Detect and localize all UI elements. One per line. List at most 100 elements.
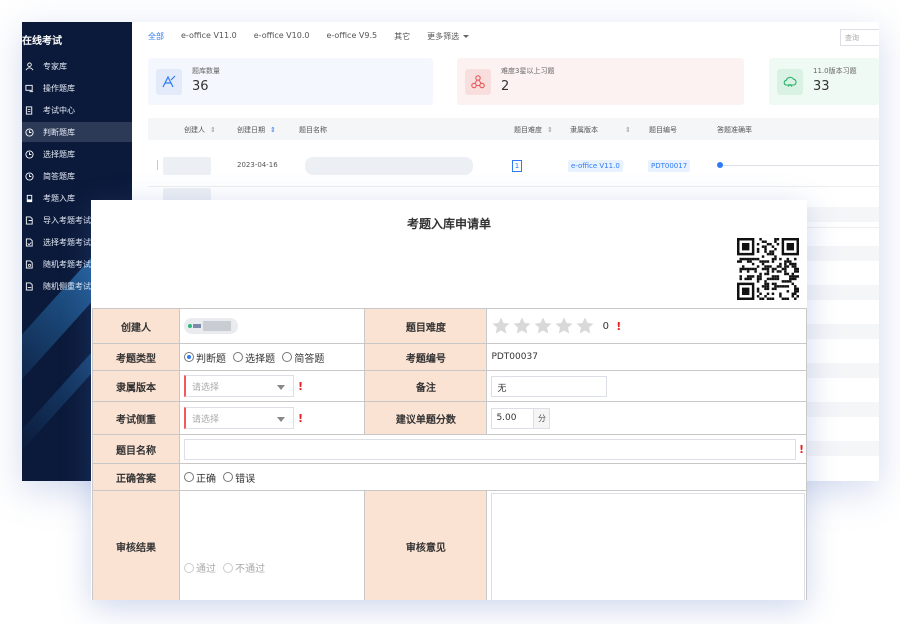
file-check-icon (24, 237, 34, 247)
sidebar-item[interactable]: 专家库 (22, 56, 132, 76)
sidebar-item[interactable]: 选择题库 (22, 144, 132, 164)
type-radio-judge[interactable] (183, 352, 194, 362)
audit-opinion-label: 审核意见 (364, 490, 488, 600)
col-created-date[interactable]: 创建日期 ⇕ (237, 125, 276, 135)
audit-radio-fail[interactable] (223, 562, 234, 573)
star-icon[interactable] (554, 316, 574, 336)
tab-all[interactable]: 全部 (148, 31, 164, 47)
code-value: PDT00037 (486, 343, 807, 371)
drag-handle[interactable] (157, 160, 158, 170)
sidebar-item[interactable]: 简答题库 (22, 166, 132, 186)
version-label: 隶属版本 (92, 370, 180, 402)
sidebar-item[interactable]: 操作题库 (22, 78, 132, 98)
type-label: 考题类型 (92, 343, 180, 371)
accuracy-knob (717, 162, 723, 168)
code-label: 考题编号 (364, 343, 488, 371)
remark-label: 备注 (364, 370, 488, 402)
stat-label: 难度3星以上习题 (501, 67, 555, 75)
chevron-down-icon (276, 385, 285, 390)
avatar (183, 318, 238, 334)
score-field: 5.00 分 (486, 401, 807, 435)
version-tabs: 全部 e-office V11.0 e-office V10.0 e-offic… (148, 31, 486, 47)
qr-code-icon (737, 238, 799, 300)
star-icon[interactable] (512, 316, 532, 336)
table-row[interactable]: 2023-04-16 1 e-office V11.0 PDT00017 (148, 147, 879, 187)
answer-radio-wrong[interactable] (223, 472, 234, 482)
network-icon (465, 69, 491, 95)
sidebar-item-label: 简答题库 (43, 171, 75, 181)
focus-label: 考试侧重 (92, 401, 180, 435)
chevron-down-icon (276, 417, 285, 422)
creator-placeholder (163, 157, 211, 175)
tab-v10[interactable]: e-office V10.0 (254, 31, 310, 47)
sort-icon[interactable]: ⇕ (270, 126, 276, 134)
star-icon[interactable] (491, 316, 511, 336)
sort-icon[interactable]: ⇕ (625, 126, 631, 134)
star-icon[interactable] (575, 316, 595, 336)
score-unit: 分 (534, 408, 550, 428)
sidebar-item-label: 选择考题考试 (43, 237, 91, 247)
score-stepper[interactable]: 5.00 分 (491, 407, 551, 429)
sort-icon[interactable]: ⇕ (547, 126, 553, 134)
sidebar-item-label: 选择题库 (43, 149, 75, 159)
clock-icon (24, 127, 34, 137)
required-mark: ! (616, 319, 622, 333)
row-version-badge: e-office V11.0 (568, 160, 623, 172)
creator-value (178, 308, 366, 344)
type-radio-choice[interactable] (233, 352, 244, 362)
table-header: 创建人 ⇕ 创建日期 ⇕ 题目名称 题目难度 ⇕ 隶属版本 ⇕ 题目编号 答题准确率 (148, 118, 879, 140)
difficulty-field: 0 ! (486, 308, 807, 344)
sidebar-item-label: 考题入库 (43, 193, 75, 203)
sidebar-item-label: 考试中心 (43, 105, 75, 115)
tab-other[interactable]: 其它 (394, 31, 410, 47)
clock-icon (24, 149, 34, 159)
star-icon[interactable] (533, 316, 553, 336)
audit-radio-pass[interactable] (183, 562, 194, 573)
sidebar-item[interactable]: 考试中心 (22, 100, 132, 120)
col-creator[interactable]: 创建人 ⇕ (184, 125, 216, 135)
answer-radio-correct[interactable] (183, 472, 194, 482)
col-difficulty[interactable]: 题目难度 ⇕ (514, 125, 553, 135)
sort-icon[interactable]: ⇕ (210, 126, 216, 134)
sidebar-item-label: 操作题库 (43, 83, 75, 93)
answer-radio-group: 正确 错误 (178, 463, 807, 491)
difficulty-label: 题目难度 (364, 308, 488, 344)
score-label: 建议单题分数 (364, 401, 488, 435)
type-radio-short[interactable] (282, 352, 293, 362)
sidebar-item-label: 判断题库 (43, 127, 75, 137)
stat-card-total: 题库数量 36 (148, 58, 433, 105)
tab-v11[interactable]: e-office V11.0 (181, 31, 237, 47)
stat-value: 36 (192, 79, 209, 94)
audit-result-label: 审核结果 (92, 490, 180, 600)
chevron-down-icon (463, 35, 470, 38)
focus-field: 请选择! (178, 401, 366, 435)
row-difficulty: 1 (512, 160, 522, 172)
document-icon (24, 105, 34, 115)
audit-opinion-textarea[interactable] (491, 493, 806, 600)
sidebar-item-label: 专家库 (43, 61, 67, 71)
file-random-icon (24, 259, 34, 269)
stat-card-hard: 难度3星以上习题 2 (457, 58, 744, 105)
col-accuracy: 答题准确率 (717, 126, 752, 134)
score-input[interactable]: 5.00 (492, 408, 535, 428)
book-icon (24, 193, 34, 203)
required-mark: ! (297, 411, 303, 425)
row-code-badge: PDT00017 (648, 160, 691, 172)
stat-card-v11: 11.0版本习题 33 (769, 58, 879, 105)
required-mark: ! (297, 379, 303, 393)
audit-result-group: 通过 不通过 (178, 490, 366, 600)
version-select[interactable]: 请选择 (183, 375, 294, 397)
remark-input[interactable]: 无 (491, 375, 608, 397)
screenshot-stage: 在线考试 专家库 操作题库 考试中心 判断题库 选择题库 简答题库 考题入库 导入考题考试 选择… (0, 0, 900, 624)
col-version[interactable]: 隶属版本 ⇕ (570, 125, 631, 135)
focus-select[interactable]: 请选择 (183, 407, 294, 429)
tab-v95[interactable]: e-office V9.5 (326, 31, 377, 47)
file-focus-icon (24, 281, 34, 291)
search-input[interactable]: 查询 (840, 29, 879, 46)
col-name: 题目名称 (299, 126, 327, 134)
sidebar-item[interactable]: 判断题库 (22, 122, 132, 142)
required-mark: ! (798, 442, 804, 456)
tab-more-filters[interactable]: 更多筛选 (427, 31, 470, 47)
question-name-input[interactable] (183, 438, 796, 460)
creator-label: 创建人 (92, 308, 180, 344)
